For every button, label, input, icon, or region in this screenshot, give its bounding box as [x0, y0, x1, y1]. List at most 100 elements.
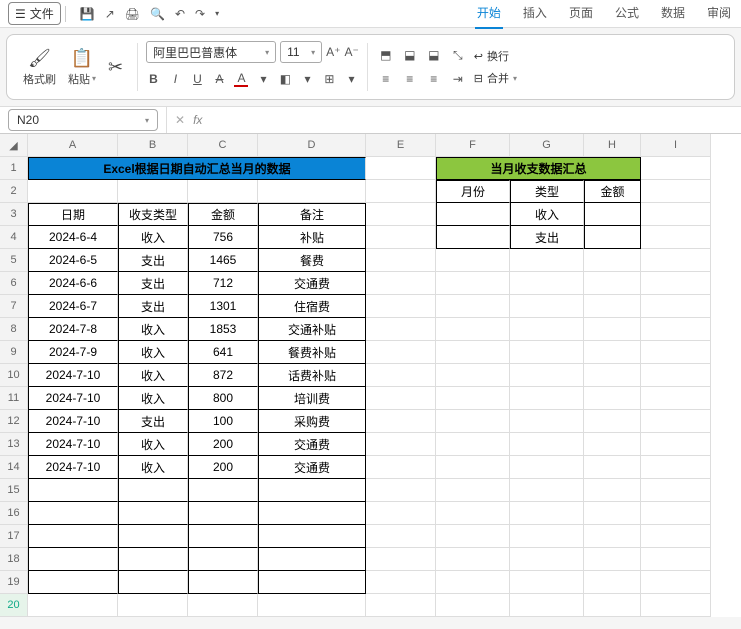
cell-I17[interactable]	[641, 525, 711, 548]
cell-E7[interactable]	[366, 295, 436, 318]
increase-font-icon[interactable]: A⁺	[326, 45, 340, 59]
cell-G11[interactable]	[510, 387, 584, 410]
cell-E9[interactable]	[366, 341, 436, 364]
cell-E5[interactable]	[366, 249, 436, 272]
cell-D15[interactable]	[258, 479, 366, 502]
merge-cells-button[interactable]: ⊟ 合并 ▾	[474, 70, 517, 86]
cell-F4[interactable]	[436, 226, 510, 249]
cell-I8[interactable]	[641, 318, 711, 341]
cell-H7[interactable]	[584, 295, 641, 318]
cell-B11[interactable]: 收入	[118, 387, 188, 410]
cell-E20[interactable]	[366, 594, 436, 617]
row-header-4[interactable]: 4	[0, 226, 28, 249]
cell-G7[interactable]	[510, 295, 584, 318]
column-header-D[interactable]: D	[258, 134, 366, 157]
cell-E10[interactable]	[366, 364, 436, 387]
cell-F18[interactable]	[436, 548, 510, 571]
cell-I18[interactable]	[641, 548, 711, 571]
cell-D16[interactable]	[258, 502, 366, 525]
cell-C16[interactable]	[188, 502, 258, 525]
cell-G18[interactable]	[510, 548, 584, 571]
cell-H5[interactable]	[584, 249, 641, 272]
name-box[interactable]: N20 ▾	[8, 109, 158, 131]
grid[interactable]: ◢ABCDEFGHI1Excel根据日期自动汇总当月的数据当月收支数据汇总2月份…	[0, 134, 741, 617]
cell-A11[interactable]: 2024-7-10	[28, 387, 118, 410]
cell-B12[interactable]: 支出	[118, 410, 188, 433]
cell-H9[interactable]	[584, 341, 641, 364]
cell-A3[interactable]: 日期	[28, 203, 118, 226]
cell-F6[interactable]	[436, 272, 510, 295]
cell-G13[interactable]	[510, 433, 584, 456]
cell-G2[interactable]: 类型	[510, 180, 584, 203]
column-header-H[interactable]: H	[584, 134, 641, 157]
bold-button[interactable]: B	[146, 72, 160, 86]
cell-C13[interactable]: 200	[188, 433, 258, 456]
cell-D11[interactable]: 培训费	[258, 387, 366, 410]
row-header-19[interactable]: 19	[0, 571, 28, 594]
cell-F13[interactable]	[436, 433, 510, 456]
cell-G12[interactable]	[510, 410, 584, 433]
cell-I13[interactable]	[641, 433, 711, 456]
cell-F9[interactable]	[436, 341, 510, 364]
fill-color-button[interactable]: ◧	[278, 72, 292, 86]
undo-icon[interactable]: ↶	[175, 7, 185, 21]
row-header-5[interactable]: 5	[0, 249, 28, 272]
row-header-8[interactable]: 8	[0, 318, 28, 341]
cell-A1[interactable]: Excel根据日期自动汇总当月的数据	[28, 157, 366, 180]
cell-E12[interactable]	[366, 410, 436, 433]
row-header-14[interactable]: 14	[0, 456, 28, 479]
cell-I16[interactable]	[641, 502, 711, 525]
cell-D17[interactable]	[258, 525, 366, 548]
cell-E6[interactable]	[366, 272, 436, 295]
cell-E4[interactable]	[366, 226, 436, 249]
cell-F19[interactable]	[436, 571, 510, 594]
row-header-9[interactable]: 9	[0, 341, 28, 364]
cell-G10[interactable]	[510, 364, 584, 387]
cell-F14[interactable]	[436, 456, 510, 479]
export-icon[interactable]: ↗	[105, 7, 115, 21]
cell-E14[interactable]	[366, 456, 436, 479]
strikethrough-button[interactable]: A	[212, 72, 226, 86]
cell-C6[interactable]: 712	[188, 272, 258, 295]
cell-I5[interactable]	[641, 249, 711, 272]
cell-E15[interactable]	[366, 479, 436, 502]
row-header-16[interactable]: 16	[0, 502, 28, 525]
cell-E2[interactable]	[366, 180, 436, 203]
cell-D6[interactable]: 交通费	[258, 272, 366, 295]
cell-C3[interactable]: 金额	[188, 203, 258, 226]
row-header-18[interactable]: 18	[0, 548, 28, 571]
cell-C17[interactable]	[188, 525, 258, 548]
cell-A18[interactable]	[28, 548, 118, 571]
cell-C12[interactable]: 100	[188, 410, 258, 433]
cell-I20[interactable]	[641, 594, 711, 617]
cell-G5[interactable]	[510, 249, 584, 272]
cell-I12[interactable]	[641, 410, 711, 433]
row-header-3[interactable]: 3	[0, 203, 28, 226]
cell-B16[interactable]	[118, 502, 188, 525]
tab-review[interactable]: 审阅	[705, 0, 733, 29]
column-header-A[interactable]: A	[28, 134, 118, 157]
cell-G8[interactable]	[510, 318, 584, 341]
column-header-B[interactable]: B	[118, 134, 188, 157]
cell-F20[interactable]	[436, 594, 510, 617]
italic-button[interactable]: I	[168, 72, 182, 86]
cell-B17[interactable]	[118, 525, 188, 548]
cell-D13[interactable]: 交通费	[258, 433, 366, 456]
cell-E19[interactable]	[366, 571, 436, 594]
cell-H16[interactable]	[584, 502, 641, 525]
tab-formula[interactable]: 公式	[613, 0, 641, 29]
cell-D20[interactable]	[258, 594, 366, 617]
formula-input[interactable]	[210, 107, 741, 133]
row-header-7[interactable]: 7	[0, 295, 28, 318]
font-color-button[interactable]: A	[234, 71, 248, 87]
preview-icon[interactable]: 🔍	[150, 7, 165, 21]
cell-F2[interactable]: 月份	[436, 180, 510, 203]
cell-D12[interactable]: 采购费	[258, 410, 366, 433]
cell-E16[interactable]	[366, 502, 436, 525]
align-left-icon[interactable]: ≡	[376, 69, 396, 89]
select-all-corner[interactable]: ◢	[0, 134, 28, 157]
cell-C10[interactable]: 872	[188, 364, 258, 387]
underline-button[interactable]: U	[190, 72, 204, 86]
cell-D19[interactable]	[258, 571, 366, 594]
column-header-F[interactable]: F	[436, 134, 510, 157]
